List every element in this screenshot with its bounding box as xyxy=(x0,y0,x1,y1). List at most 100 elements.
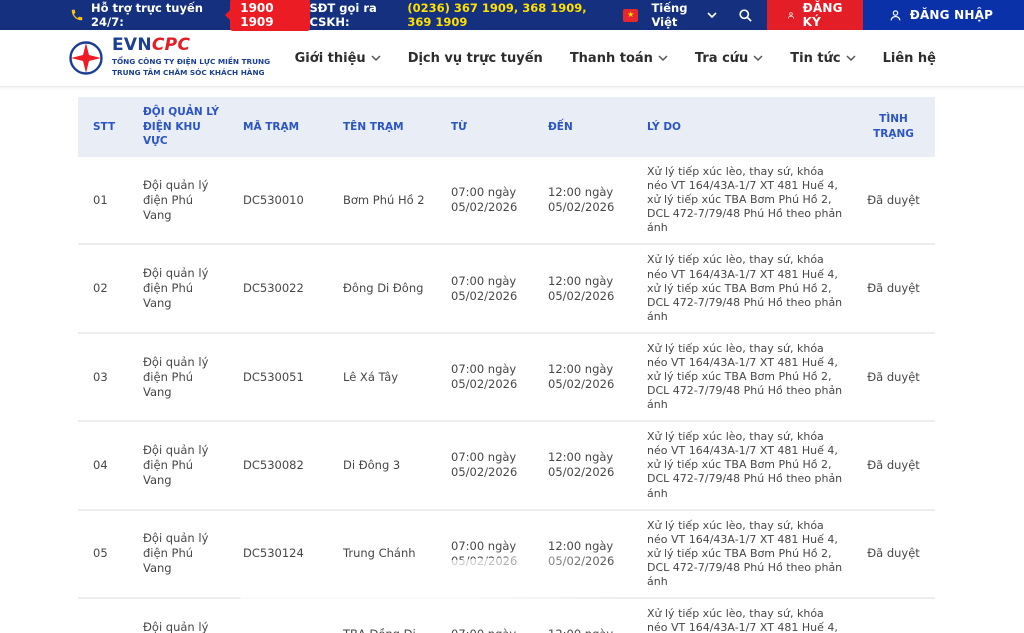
cell-from: 07:00 ngày 05/02/2026 xyxy=(441,508,538,599)
col-header-name: TÊN TRẠM xyxy=(333,97,441,158)
chevron-down-icon xyxy=(658,54,668,62)
cell-name: Đông Di Đông xyxy=(333,243,441,333)
nav-item-label: Liên hệ xyxy=(882,50,936,66)
cell-from: 07:00 ngày 05/02/2026 xyxy=(441,597,538,633)
cell-name: Di Đông 3 xyxy=(333,420,441,510)
cskh-group: SĐT gọi ra CSKH: (0236) 367 1909, 368 19… xyxy=(310,0,767,30)
cell-stt: 06 xyxy=(78,597,133,633)
evn-star-logo-icon xyxy=(69,41,103,75)
vietnam-flag-icon: ★ xyxy=(622,8,639,22)
nav-item-label: Tin tức xyxy=(790,50,841,66)
cell-from: 07:00 ngày 05/02/2026 xyxy=(441,157,538,245)
cell-to: 12:00 ngày 05/02/2026 xyxy=(538,243,637,333)
nav-item-2[interactable]: Thanh toán xyxy=(570,51,668,66)
cell-name: Lê Xá Tây xyxy=(333,331,441,422)
cskh-numbers: (0236) 367 1909, 368 1909, 369 1909 xyxy=(407,1,587,29)
cell-code: DC530082 xyxy=(233,420,333,510)
brand-tagline-1: TỔNG CÔNG TY ĐIỆN LỰC MIỀN TRUNG xyxy=(112,57,271,67)
nav-item-4[interactable]: Tin tức xyxy=(790,50,856,66)
brand-text: EVNCPC TỔNG CÔNG TY ĐIỆN LỰC MIỀN TRUNG … xyxy=(112,37,270,79)
nav-item-1[interactable]: Dịch vụ trực tuyến xyxy=(408,51,543,66)
cell-reason: Xử lý tiếp xúc lèo, thay sứ, khóa néo VT… xyxy=(637,597,852,633)
support-label: Hỗ trợ trực tuyến 24/7: xyxy=(91,1,203,29)
cell-stt: 04 xyxy=(78,420,133,510)
cell-name: Bơm Phú Hồ 2 xyxy=(333,157,441,245)
col-header-reason: LÝ DO xyxy=(637,97,852,158)
col-header-status: TÌNH TRẠNG xyxy=(852,97,935,158)
user-icon xyxy=(787,11,794,19)
cell-team: Đội quản lý điện Phú Vang xyxy=(133,508,233,599)
col-header-to: ĐẾN xyxy=(538,97,637,158)
nav-item-label: Giới thiệu xyxy=(294,50,366,66)
table-row[interactable]: 01 Đội quản lý điện Phú Vang DC530010 Bơ… xyxy=(78,157,935,245)
cell-from: 07:00 ngày 05/02/2026 xyxy=(441,331,538,422)
cell-from: 07:00 ngày 05/02/2026 xyxy=(441,420,538,510)
main-content: STT ĐỘI QUẢN LÝ ĐIỆN KHU VỰC MÃ TRẠM TÊN… xyxy=(0,87,1024,633)
chevron-down-icon xyxy=(846,54,856,62)
nav-item-0[interactable]: Giới thiệu xyxy=(295,51,381,66)
login-label: ĐĂNG NHẬP xyxy=(909,8,994,22)
cell-team: Đội quản lý điện Phú Vang xyxy=(133,331,233,422)
hotline-badge[interactable]: 1900 1909 xyxy=(230,0,310,31)
cell-reason: Xử lý tiếp xúc lèo, thay sứ, khóa néo VT… xyxy=(637,157,852,245)
table-row[interactable]: 03 Đội quản lý điện Phú Vang DC530051 Lê… xyxy=(78,331,935,422)
nav-item-5[interactable]: Liên hệ xyxy=(883,51,936,66)
outage-table-body: 01 Đội quản lý điện Phú Vang DC530010 Bơ… xyxy=(78,157,935,633)
cell-status: Đã duyệt xyxy=(852,243,935,333)
nav-item-3[interactable]: Tra cứu xyxy=(695,51,763,66)
site-header: EVNCPC TỔNG CÔNG TY ĐIỆN LỰC MIỀN TRUNG … xyxy=(0,30,1024,87)
user-icon xyxy=(890,9,901,20)
cell-code: DC530010 xyxy=(233,157,333,245)
table-row[interactable]: 05 Đội quản lý điện Phú Vang DC530124 Tr… xyxy=(78,508,935,599)
col-header-code: MÃ TRẠM xyxy=(233,97,333,158)
cell-to: 12:00 ngày 05/02/2026 xyxy=(538,420,637,510)
cell-code: DC530124 xyxy=(233,508,333,599)
cell-to: 12:00 ngày 05/02/2026 xyxy=(538,597,637,633)
topbar: Hỗ trợ trực tuyến 24/7: 1900 1909 SĐT gọ… xyxy=(0,0,1024,31)
topbar-right: SĐT gọi ra CSKH: (0236) 367 1909, 368 19… xyxy=(310,0,1024,30)
support-hotline-group: Hỗ trợ trực tuyến 24/7: 1900 1909 xyxy=(0,0,310,31)
chevron-down-icon xyxy=(753,54,763,62)
register-button[interactable]: ĐĂNG KÝ xyxy=(766,0,863,30)
cell-from: 07:00 ngày 05/02/2026 xyxy=(441,243,538,333)
cell-stt: 05 xyxy=(78,508,133,599)
outage-schedule-table: STT ĐỘI QUẢN LÝ ĐIỆN KHU VỰC MÃ TRẠM TÊN… xyxy=(78,97,935,633)
cell-reason: Xử lý tiếp xúc lèo, thay sứ, khóa néo VT… xyxy=(637,243,852,333)
nav-item-label: Thanh toán xyxy=(569,50,653,66)
cell-code: DC530327 xyxy=(233,597,333,633)
brand-tagline-2: TRUNG TÂM CHĂM SÓC KHÁCH HÀNG xyxy=(112,68,265,77)
cell-status: Đã duyệt xyxy=(852,597,935,633)
cell-stt: 02 xyxy=(78,243,133,333)
language-selector[interactable]: Tiếng Việt xyxy=(651,1,717,29)
cell-team: Đội quản lý điện Phú Vang xyxy=(133,157,233,245)
cell-team: Đội quản lý điện Phú Vang xyxy=(133,243,233,333)
register-label: ĐĂNG KÝ xyxy=(802,1,843,29)
chevron-down-icon xyxy=(371,54,381,62)
cell-code: DC530051 xyxy=(233,331,333,422)
main-nav: Giới thiệu Dịch vụ trực tuyến Thanh toán… xyxy=(295,51,936,66)
login-button[interactable]: ĐĂNG NHẬP xyxy=(862,0,1024,30)
table-row[interactable]: 02 Đội quản lý điện Phú Vang DC530022 Đô… xyxy=(78,243,935,333)
cskh-label: SĐT gọi ra CSKH: xyxy=(309,1,377,29)
table-header-row: STT ĐỘI QUẢN LÝ ĐIỆN KHU VỰC MÃ TRẠM TÊN… xyxy=(78,97,935,158)
table-row[interactable]: 06 Đội quản lý điện Phú Vang DC530327 TB… xyxy=(78,597,935,633)
cell-team: Đội quản lý điện Phú Vang xyxy=(133,420,233,510)
col-header-stt: STT xyxy=(78,97,133,158)
cell-name: Trung Chánh xyxy=(333,508,441,599)
cell-status: Đã duyệt xyxy=(852,420,935,510)
cell-team: Đội quản lý điện Phú Vang xyxy=(133,597,233,633)
chevron-down-icon xyxy=(707,11,717,19)
phone-icon xyxy=(70,8,84,22)
cell-code: DC530022 xyxy=(233,243,333,333)
brand-evn: EVN xyxy=(112,35,152,56)
search-icon[interactable] xyxy=(728,8,767,23)
brand-cpc: CPC xyxy=(151,35,191,56)
table-row[interactable]: 04 Đội quản lý điện Phú Vang DC530082 Di… xyxy=(78,420,935,510)
cell-reason: Xử lý tiếp xúc lèo, thay sứ, khóa néo VT… xyxy=(637,420,852,510)
brand-logo[interactable]: EVNCPC TỔNG CÔNG TY ĐIỆN LỰC MIỀN TRUNG … xyxy=(68,37,270,79)
cell-to: 12:00 ngày 05/02/2026 xyxy=(538,157,637,245)
nav-item-label: Dịch vụ trực tuyến xyxy=(407,50,543,66)
cell-stt: 01 xyxy=(78,157,133,245)
cell-reason: Xử lý tiếp xúc lèo, thay sứ, khóa néo VT… xyxy=(637,508,852,599)
cell-status: Đã duyệt xyxy=(852,157,935,245)
